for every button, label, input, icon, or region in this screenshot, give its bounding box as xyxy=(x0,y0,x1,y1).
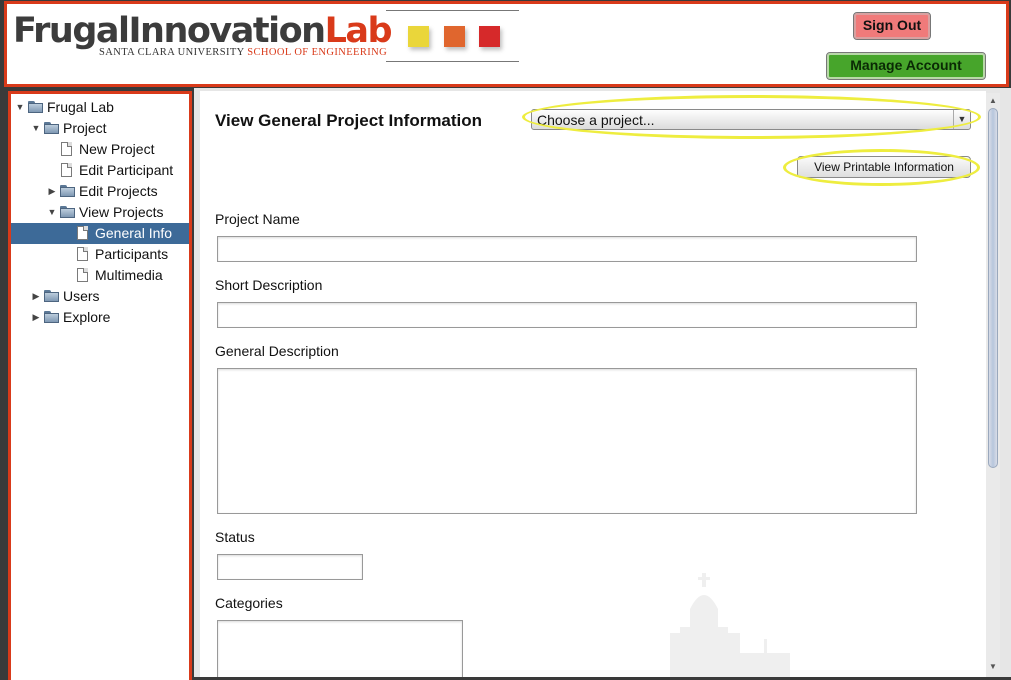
tree-item[interactable]: Participants xyxy=(11,244,189,265)
tree-item[interactable]: ▼ Frugal Lab xyxy=(11,97,189,118)
categories-field[interactable] xyxy=(217,620,463,677)
folder-icon xyxy=(44,311,59,323)
tree-item[interactable]: ▼ View Projects xyxy=(11,202,189,223)
tree-item[interactable]: New Project xyxy=(11,139,189,160)
document-icon xyxy=(61,142,72,156)
navigation-tree: ▼ Frugal Lab ▼ Project New Project Edit Parti… xyxy=(8,91,192,680)
view-printable-information-button[interactable]: View Printable Information xyxy=(797,156,971,178)
document-icon xyxy=(77,268,88,282)
tree-item[interactable]: ▶ Users xyxy=(11,286,189,307)
manage-account-button[interactable]: Manage Account xyxy=(826,52,986,80)
tree-item-label: Participants xyxy=(95,246,169,262)
chevron-down-icon[interactable]: ▼ xyxy=(953,110,970,129)
logo-text-frugal: Frugal xyxy=(13,11,130,51)
tree-item-label: Explore xyxy=(63,309,111,325)
collapsed-triangle-icon[interactable]: ▶ xyxy=(47,181,57,202)
categories-label: Categories xyxy=(215,595,283,611)
general-description-label: General Description xyxy=(215,343,339,359)
tree-item-label: View Projects xyxy=(79,204,164,220)
color-squares-decoration xyxy=(386,10,519,62)
document-icon xyxy=(77,226,88,240)
project-select[interactable]: Choose a project... ▼ xyxy=(531,109,971,130)
scrollbar-thumb[interactable] xyxy=(988,108,998,468)
yellow-square xyxy=(408,26,429,47)
project-select-value: Choose a project... xyxy=(537,112,655,128)
mission-church-watermark xyxy=(670,573,790,677)
tree-item-label: Edit Participant xyxy=(79,162,174,178)
expanded-triangle-icon[interactable]: ▼ xyxy=(15,97,25,118)
content-area: View General Project Information Choose … xyxy=(200,91,986,677)
scroll-down-arrow-icon[interactable]: ▼ xyxy=(986,661,1000,673)
project-name-field[interactable] xyxy=(217,236,917,262)
app-header: FrugalInnovationLab SANTA CLARA UNIVERSI… xyxy=(4,1,1009,87)
vertical-scrollbar[interactable]: ▲ ▼ xyxy=(986,93,1000,677)
tree-item[interactable]: ▶ Explore xyxy=(11,307,189,328)
tree-item[interactable]: Edit Participant xyxy=(11,160,189,181)
frugal-innovation-lab-logo: FrugalInnovationLab SANTA CLARA UNIVERSI… xyxy=(13,11,393,58)
collapsed-triangle-icon[interactable]: ▶ xyxy=(31,307,41,328)
logo-text-lab: Lab xyxy=(324,11,393,51)
tree-item-label: General Info xyxy=(95,225,173,241)
tree-item-label: Edit Projects xyxy=(79,183,158,199)
status-label: Status xyxy=(215,529,255,545)
folder-icon xyxy=(44,290,59,302)
folder-icon xyxy=(60,206,75,218)
sign-out-button[interactable]: Sign Out xyxy=(853,12,931,40)
scroll-up-arrow-icon[interactable]: ▲ xyxy=(986,95,1000,107)
tree-item[interactable]: ▼ Project xyxy=(11,118,189,139)
expanded-triangle-icon[interactable]: ▼ xyxy=(47,202,57,223)
short-description-label: Short Description xyxy=(215,277,323,293)
logo-text-innovation: Innovation xyxy=(128,11,327,51)
document-icon xyxy=(61,163,72,177)
logo-subtitle-school: SCHOOL OF ENGINEERING xyxy=(247,47,388,58)
folder-icon xyxy=(44,122,59,134)
status-field[interactable] xyxy=(217,554,363,580)
tree-item-label: Multimedia xyxy=(95,267,163,283)
folder-icon xyxy=(60,185,75,197)
logo-subtitle-university: SANTA CLARA UNIVERSITY xyxy=(99,47,245,58)
project-name-label: Project Name xyxy=(215,211,300,227)
page-title: View General Project Information xyxy=(215,111,483,130)
short-description-field[interactable] xyxy=(217,302,917,328)
tree-item[interactable]: General Info xyxy=(11,223,189,244)
tree-item[interactable]: Multimedia xyxy=(11,265,189,286)
tree-item-label: Project xyxy=(63,120,107,136)
tree-item-label: Frugal Lab xyxy=(47,99,114,115)
tree-item-label: New Project xyxy=(79,141,155,157)
document-icon xyxy=(77,247,88,261)
expanded-triangle-icon[interactable]: ▼ xyxy=(31,118,41,139)
collapsed-triangle-icon[interactable]: ▶ xyxy=(31,286,41,307)
general-description-field[interactable] xyxy=(217,368,917,514)
orange-square xyxy=(444,26,465,47)
main-panel: View General Project Information Choose … xyxy=(194,88,1011,677)
tree-item[interactable]: ▶ Edit Projects xyxy=(11,181,189,202)
red-square xyxy=(479,26,500,47)
tree-item-label: Users xyxy=(63,288,100,304)
folder-icon xyxy=(28,101,43,113)
